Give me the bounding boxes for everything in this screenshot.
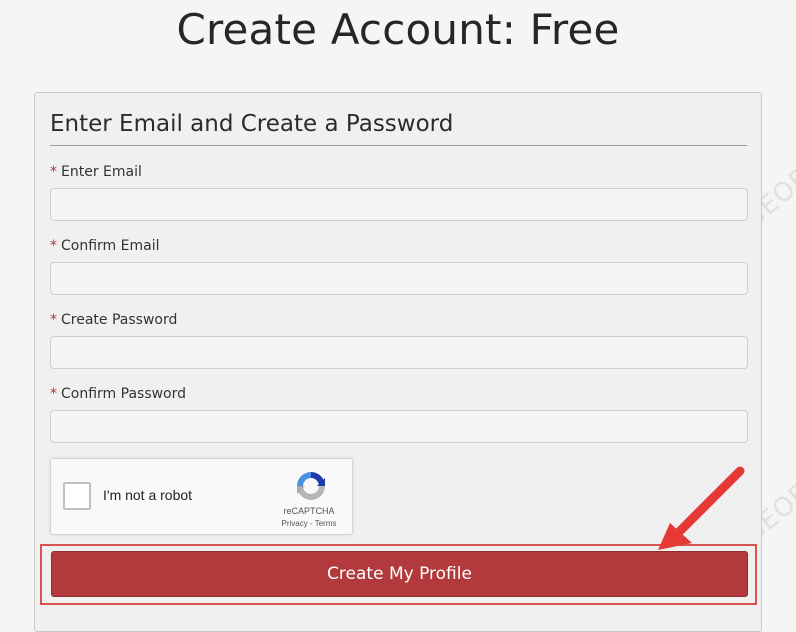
annotation-arrow-icon	[658, 466, 745, 550]
create-password-input[interactable]	[50, 336, 748, 369]
recaptcha-checkbox[interactable]	[63, 482, 91, 510]
recaptcha-logo-icon	[297, 472, 325, 500]
recaptcha-widget: I'm not a robot reCAPTCHA Privacy - Term…	[50, 458, 353, 535]
page-title: Create Account: Free	[176, 5, 620, 54]
confirm-email-label: * Confirm Email	[50, 238, 159, 254]
confirm-password-label: * Confirm Password	[50, 386, 186, 402]
enter-email-label-text: Enter Email	[61, 164, 142, 180]
confirm-email-input[interactable]	[50, 262, 748, 295]
confirm-password-input[interactable]	[50, 410, 748, 443]
required-marker: *	[50, 386, 57, 402]
recaptcha-privacy-terms-links[interactable]: Privacy - Terms	[274, 519, 344, 528]
required-marker: *	[50, 164, 57, 180]
required-marker: *	[50, 238, 57, 254]
recaptcha-brand: reCAPTCHA	[283, 506, 335, 516]
enter-email-input[interactable]	[50, 188, 748, 221]
confirm-email-label-text: Confirm Email	[61, 238, 160, 254]
create-password-label-text: Create Password	[61, 312, 178, 328]
create-password-label: * Create Password	[50, 312, 177, 328]
recaptcha-label: I'm not a robot	[103, 487, 193, 503]
confirm-password-label-text: Confirm Password	[61, 386, 187, 402]
form-heading: Enter Email and Create a Password	[50, 109, 747, 146]
enter-email-label: * Enter Email	[50, 164, 142, 180]
required-marker: *	[50, 312, 57, 328]
